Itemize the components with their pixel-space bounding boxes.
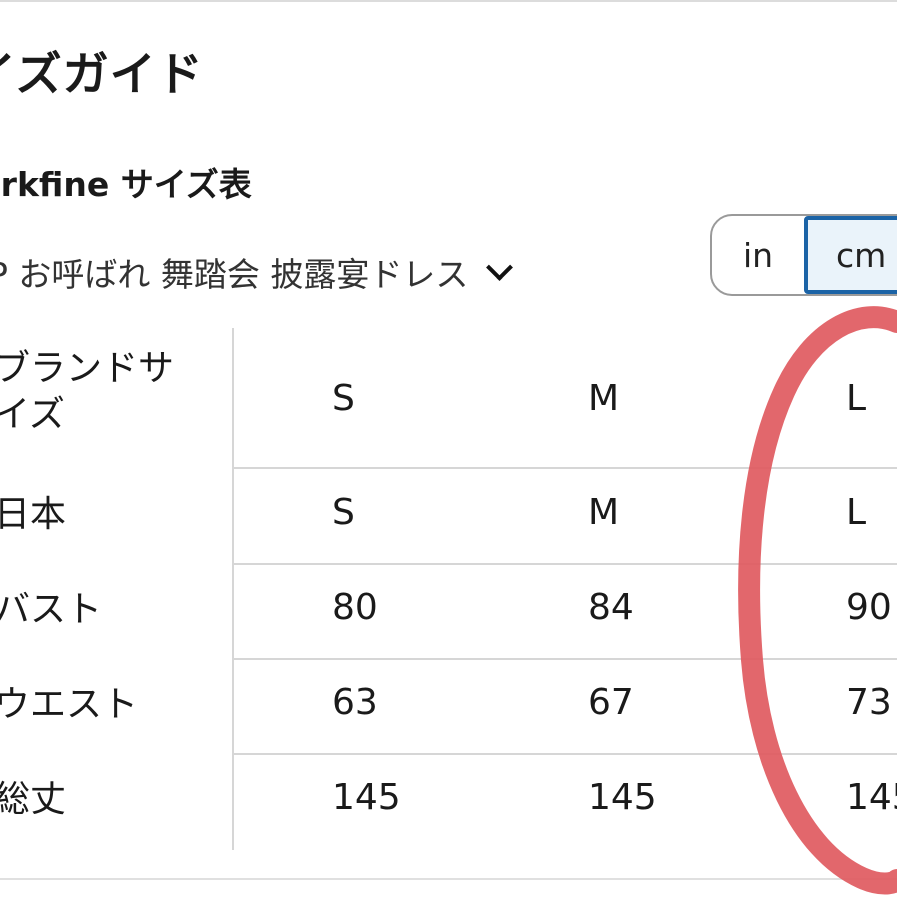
table-cell: S xyxy=(332,492,355,533)
row-label-line: ブランドサ xyxy=(0,348,175,389)
top-divider xyxy=(0,0,897,2)
table-cell: L xyxy=(846,492,867,533)
category-dropdown-label: P お呼ばれ 舞踏会 披露宴ドレス xyxy=(0,255,469,294)
table-cell: 145 xyxy=(332,777,401,818)
table-column-divider xyxy=(232,328,234,850)
category-dropdown[interactable]: P お呼ばれ 舞踏会 披露宴ドレス xyxy=(0,248,514,296)
table-row-divider xyxy=(234,467,897,469)
table-cell: M xyxy=(588,492,620,533)
row-label-waist: ウエスト xyxy=(0,684,139,725)
table-cell: 67 xyxy=(588,682,634,723)
column-header-l: L xyxy=(846,378,867,419)
row-label-brand-size: ブランドサ イズ xyxy=(0,346,174,438)
table-row-divider xyxy=(234,563,897,565)
table-cell: 73 xyxy=(846,682,892,723)
unit-toggle[interactable]: in cm xyxy=(710,214,897,296)
table-cell: 90 xyxy=(846,587,892,628)
unit-in-button[interactable]: in xyxy=(712,216,804,294)
chevron-down-icon xyxy=(486,253,514,281)
column-header-m: M xyxy=(588,378,620,419)
page-title: イズガイド xyxy=(0,47,204,101)
table-row-divider xyxy=(234,658,897,660)
row-label-bust: バスト xyxy=(0,589,103,630)
table-cell: 80 xyxy=(332,587,378,628)
table-cell: 84 xyxy=(588,587,634,628)
unit-cm-button[interactable]: cm xyxy=(804,216,897,294)
bottom-divider xyxy=(0,878,897,880)
row-label-line: イズ xyxy=(0,394,65,435)
row-label-total-length: 総丈 xyxy=(0,779,67,820)
table-cell: 145 xyxy=(846,777,897,818)
table-row-divider xyxy=(234,753,897,755)
table-cell: 145 xyxy=(588,777,657,818)
row-label-japan: 日本 xyxy=(0,494,67,535)
size-chart-title: orkfine サイズ表 xyxy=(0,165,252,204)
column-header-s: S xyxy=(332,378,355,419)
table-cell: 63 xyxy=(332,682,378,723)
red-circle-annotation xyxy=(738,306,897,895)
